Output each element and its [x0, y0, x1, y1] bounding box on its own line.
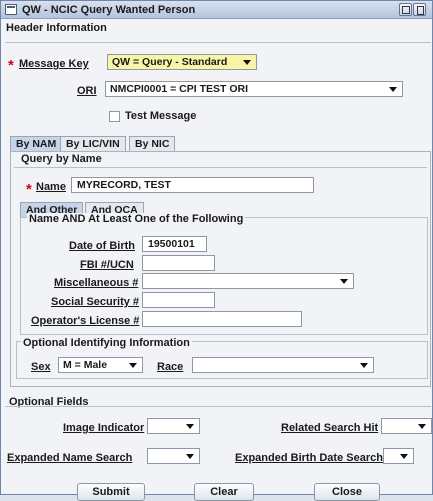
image-indicator-select[interactable]	[147, 418, 200, 434]
message-key-label: Message Key	[19, 58, 89, 70]
message-key-select[interactable]: QW = Query - Standard	[107, 54, 257, 70]
social-security-field[interactable]	[142, 292, 215, 308]
fbi-label: FBI #/UCN	[80, 259, 134, 271]
tab-by-lic-vin[interactable]: By LIC/VIN	[60, 136, 126, 151]
optional-identifying-title: Optional Identifying Information	[21, 337, 192, 349]
title-bar[interactable]: QW - NCIC Query Wanted Person	[1, 1, 432, 19]
header-divider	[5, 42, 431, 43]
oln-label: Operator's License #	[31, 315, 139, 327]
test-message-label: Test Message	[125, 110, 197, 122]
clear-button[interactable]: Clear	[194, 483, 254, 501]
expanded-name-search-select[interactable]	[147, 448, 200, 464]
window-title: QW - NCIC Query Wanted Person	[22, 4, 196, 16]
ori-label-text: ORI	[77, 85, 97, 97]
sex-select[interactable]: M = Male	[58, 357, 143, 373]
optional-fields-divider	[5, 406, 431, 407]
expanded-name-search-label: Expanded Name Search	[7, 452, 132, 464]
misc-label-text: Miscellaneous #	[54, 277, 139, 289]
query-wanted-person-window: QW - NCIC Query Wanted Person Header Inf…	[0, 0, 433, 501]
related-search-hit-label: Related Search Hit	[281, 422, 378, 434]
race-select[interactable]	[192, 357, 374, 373]
chevron-down-icon	[360, 363, 368, 368]
query-by-name-title: Query by Name	[21, 153, 102, 165]
expanded-dob-search-label-text: Expanded Birth Date Search	[235, 452, 383, 464]
chevron-down-icon	[243, 60, 251, 65]
image-indicator-label-text: Image Indicator	[63, 422, 145, 434]
operators-license-field[interactable]	[142, 311, 302, 327]
tab-by-nic[interactable]: By NIC	[129, 136, 176, 151]
fbi-label-text: FBI #/UCN	[80, 259, 134, 271]
message-key-value: QW = Query - Standard	[112, 56, 228, 68]
submit-button[interactable]: Submit	[77, 483, 145, 501]
chevron-down-icon	[418, 424, 426, 429]
chevron-down-icon	[186, 454, 194, 459]
sex-value: M = Male	[63, 359, 108, 371]
expanded-dob-search-label: Expanded Birth Date Search	[235, 452, 383, 464]
chevron-down-icon	[400, 454, 408, 459]
chevron-down-icon	[389, 87, 397, 92]
ori-value: NMCPI0001 = CPI TEST ORI	[110, 83, 248, 95]
image-indicator-label: Image Indicator	[63, 422, 144, 434]
ori-select[interactable]: NMCPI0001 = CPI TEST ORI	[105, 81, 403, 97]
tab-by-nam[interactable]: By NAM	[10, 136, 63, 151]
misc-label: Miscellaneous #	[54, 277, 138, 289]
race-label: Race	[157, 361, 183, 373]
sex-label: Sex	[31, 361, 51, 373]
date-of-birth-field[interactable]: 19500101	[142, 236, 207, 252]
test-message-checkbox[interactable]	[109, 111, 120, 122]
related-search-hit-label-text: Related Search Hit	[281, 422, 379, 434]
minimize-button[interactable]	[399, 3, 412, 16]
chevron-down-icon	[340, 279, 348, 284]
expanded-dob-search-select[interactable]	[383, 448, 414, 464]
ssn-label: Social Security #	[51, 296, 139, 308]
header-information-title: Header Information	[6, 22, 107, 34]
required-marker: *	[8, 57, 14, 74]
chevron-down-icon	[186, 424, 194, 429]
miscellaneous-select[interactable]	[142, 273, 354, 289]
name-label: Name	[36, 181, 66, 193]
required-marker: *	[26, 181, 32, 198]
name-field[interactable]: MYRECORD, TEST	[71, 177, 314, 193]
name-and-group-title: Name AND At Least One of the Following	[27, 213, 246, 225]
oln-label-text: Operator's License #	[31, 315, 140, 327]
query-by-name-divider	[14, 167, 427, 168]
fbi-ucn-field[interactable]	[142, 255, 215, 271]
dob-label-text: Date of Birth	[69, 240, 135, 252]
related-search-hit-select[interactable]	[381, 418, 432, 434]
expanded-name-search-label-text: Expanded Name Search	[7, 452, 133, 464]
window-menu-icon[interactable]	[5, 4, 17, 15]
close-button[interactable]: Close	[314, 483, 380, 501]
dob-label: Date of Birth	[69, 240, 135, 252]
chevron-down-icon	[129, 363, 137, 368]
race-label-text: Race	[157, 361, 184, 373]
maximize-button[interactable]	[413, 3, 426, 16]
ssn-label-text: Social Security #	[51, 296, 140, 308]
ori-label: ORI	[77, 85, 97, 97]
name-label-text: Name	[36, 181, 66, 193]
sex-label-text: Sex	[31, 361, 51, 373]
message-key-label-text: Message Key	[19, 58, 89, 70]
